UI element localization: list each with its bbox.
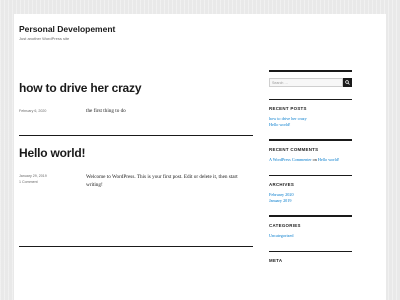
sidebar: Search … RECENT POSTS how to drive her c… [269, 70, 352, 268]
search-form: Search … [269, 77, 352, 87]
widget-rule [269, 98, 352, 101]
post-meta: February 6, 2020 [19, 109, 46, 115]
post-separator [19, 135, 253, 136]
site-description: Just another WordPress site [19, 36, 70, 41]
post-date[interactable]: February 6, 2020 [19, 109, 46, 115]
category-link[interactable]: Uncategorized [269, 233, 352, 239]
widget-rule [269, 70, 352, 72]
recent-posts-list: how to drive her crazy Hello world! [269, 116, 352, 127]
categories-list: Uncategorized [269, 233, 352, 239]
recent-post-link[interactable]: Hello world! [269, 122, 352, 128]
post-comments-link[interactable]: 1 Comment [19, 180, 47, 186]
widget-title-recent-comments: RECENT COMMENTS [269, 146, 319, 152]
widget-title-recent-posts: RECENT POSTS [269, 106, 307, 112]
search-input[interactable]: Search … [269, 77, 343, 87]
recent-comments-list: A WordPress Commenter on Hello world! [269, 157, 352, 163]
post-separator [19, 246, 253, 247]
search-button[interactable] [343, 77, 352, 87]
widget-rule [269, 174, 352, 177]
post-title[interactable]: how to drive her crazy [19, 81, 142, 95]
comment-author-link[interactable]: A WordPress Commenter [269, 157, 312, 162]
post-date[interactable]: January 29, 2019 [19, 174, 47, 180]
widget-rule [269, 215, 352, 217]
post-content: Welcome to WordPress. This is your first… [86, 174, 238, 188]
widget-title-meta: META [269, 258, 283, 264]
recent-comment-item: A WordPress Commenter on Hello world! [269, 157, 352, 163]
widget-rule [269, 139, 352, 141]
comment-post-link[interactable]: Hello world! [318, 157, 340, 162]
comment-on-text: on [312, 156, 317, 162]
post-title[interactable]: Hello world! [19, 146, 85, 160]
post-content: the first thing to do [86, 108, 126, 114]
widget-title-categories: CATEGORIES [269, 222, 301, 228]
widget-title-archives: ARCHIVES [269, 182, 295, 188]
site-title[interactable]: Personal Developement [19, 24, 115, 34]
archives-list: February 2020 January 2019 [269, 192, 352, 203]
archive-link[interactable]: January 2019 [269, 198, 352, 204]
search-icon [345, 79, 350, 85]
post-meta: January 29, 2019 1 Comment [19, 174, 47, 185]
widget-rule [269, 250, 352, 253]
